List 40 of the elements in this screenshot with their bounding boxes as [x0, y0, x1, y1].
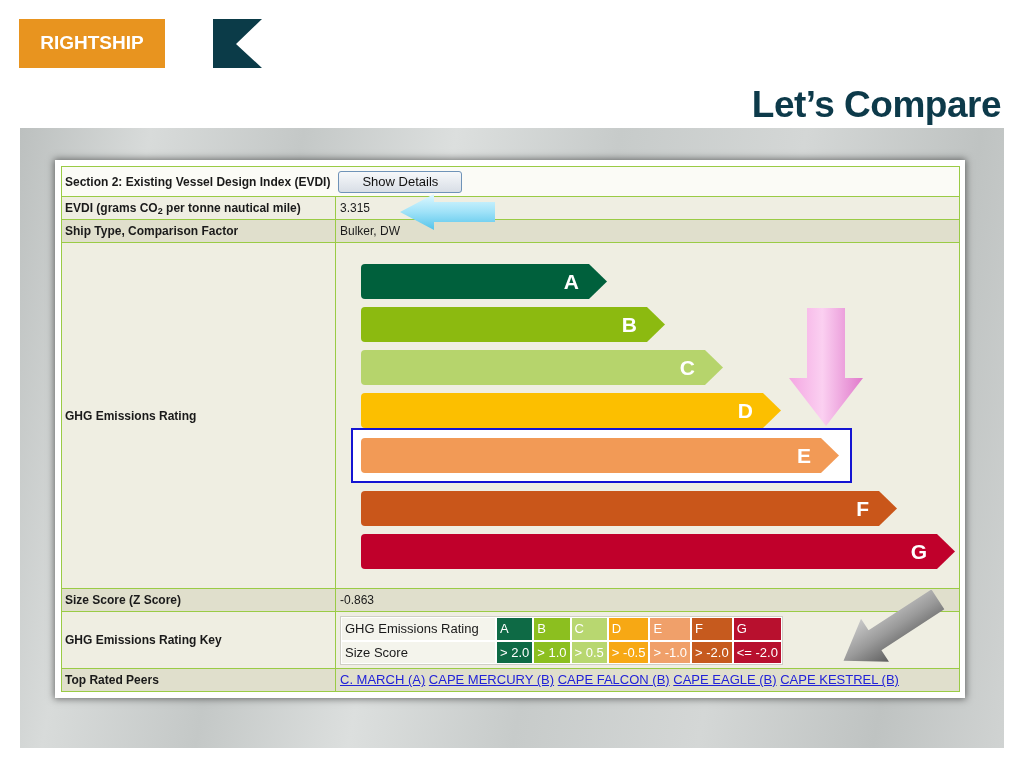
- left-arrow-icon: [400, 194, 495, 230]
- rating-grade: A: [496, 617, 534, 641]
- score-range: > 2.0: [496, 640, 534, 664]
- rating-grade: F: [691, 617, 733, 641]
- score-range: > -2.0: [691, 640, 733, 664]
- peer-link[interactable]: CAPE KESTREL (B): [780, 672, 899, 688]
- page-title: Let’s Compare: [751, 84, 1001, 125]
- row-label: Top Rated Peers: [61, 668, 336, 692]
- rating-grade: D: [607, 617, 650, 641]
- down-arrow-icon: [789, 308, 863, 426]
- rating-grade: G: [732, 617, 782, 641]
- rating-grade: E: [649, 617, 692, 641]
- rightship-logo: RIGHTSHIP: [19, 19, 165, 68]
- row-label: GHG Emissions Rating Key: [61, 611, 336, 669]
- rating-bar: B: [361, 307, 665, 342]
- rating-bar: C: [361, 350, 723, 385]
- peer-link[interactable]: CAPE MERCURY (B): [428, 672, 555, 688]
- peer-link[interactable]: CAPE EAGLE (B): [673, 672, 777, 688]
- rating-grade: C: [570, 617, 608, 641]
- rating-grade: B: [533, 617, 571, 641]
- key-row-label: Size Score: [341, 640, 496, 664]
- section-title: Section 2: Existing Vessel Design Index (EVDI): [65, 173, 331, 191]
- peer-link[interactable]: CAPE FALCON (B): [557, 672, 670, 688]
- row-label: EVDI (grams CO$_{2}$ per tonne nautical mile): [61, 196, 336, 220]
- score-range: > -1.0: [649, 640, 692, 664]
- rating-bar: G: [361, 534, 955, 569]
- show-details-button[interactable]: Show Details: [338, 170, 463, 193]
- row-label: Ship Type, Comparison Factor: [61, 219, 336, 243]
- rating-bar: E: [361, 438, 839, 473]
- row-label: Size Score (Z Score): [61, 588, 336, 612]
- peer-link[interactable]: C. MARCH (A): [340, 672, 426, 688]
- rating-bar: A: [361, 264, 607, 299]
- score-range: > 1.0: [533, 640, 571, 664]
- rating-bar: D: [361, 393, 781, 428]
- notched-flag-icon: [213, 19, 262, 68]
- key-row-label: GHG Emissions Rating: [341, 617, 496, 641]
- rating-bar: F: [361, 491, 897, 526]
- down-left-arrow-icon: [843, 590, 946, 664]
- row-value: Bulker, DW: [335, 219, 960, 243]
- row-label: GHG Emissions Rating: [61, 242, 336, 589]
